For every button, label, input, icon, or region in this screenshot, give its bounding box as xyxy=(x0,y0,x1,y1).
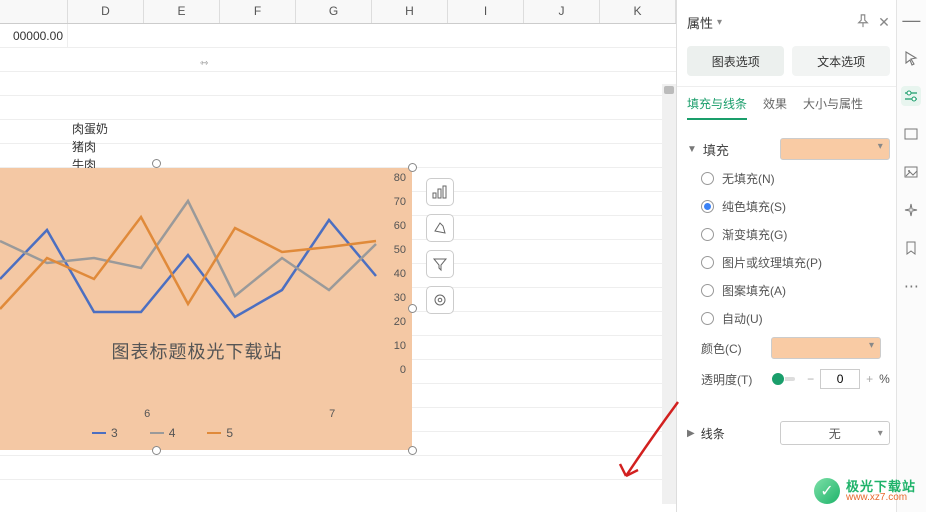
panel-title: 属性▾ xyxy=(687,13,722,32)
section-fill-title: 填充 xyxy=(703,140,729,159)
color-picker[interactable] xyxy=(771,337,881,359)
col-header[interactable]: F xyxy=(220,0,296,23)
fill-solid-option[interactable]: 纯色填充(S) xyxy=(701,198,890,215)
fill-none-option[interactable]: 无填充(N) xyxy=(701,170,890,187)
rectangle-icon[interactable] xyxy=(901,124,921,144)
watermark: ✓ 极光下载站 www.xz7.com xyxy=(814,478,916,504)
fill-options: 无填充(N) 纯色填充(S) 渐变填充(G) 图片或纹理填充(P) 图案填充(A… xyxy=(701,170,890,327)
chart-title[interactable]: 图表标题极光下载站 xyxy=(0,338,394,364)
chart-filter-button[interactable] xyxy=(426,250,454,278)
select-icon[interactable] xyxy=(901,48,921,68)
col-header-first[interactable] xyxy=(0,0,68,23)
worksheet-area[interactable]: ⇿ D E F G H I J K 00000.00 xyxy=(0,0,676,512)
close-icon[interactable]: ✕ xyxy=(878,14,890,31)
chart-plot-area[interactable]: 80 70 60 50 40 30 20 10 0 图表标题极光下载站 xyxy=(0,168,412,450)
settings-sliders-icon[interactable] xyxy=(901,86,921,106)
subtab-size-prop[interactable]: 大小与属性 xyxy=(803,95,863,120)
col-header[interactable]: K xyxy=(600,0,676,23)
tab-chart-options[interactable]: 图表选项 xyxy=(687,46,784,76)
chart-floating-tools xyxy=(426,178,454,314)
collapse-arrow-icon[interactable]: ▶ xyxy=(687,428,695,439)
right-tool-rail: — ⋯ xyxy=(896,0,926,512)
cell[interactable]: 00000.00 xyxy=(0,24,68,47)
fill-auto-option[interactable]: 自动(U) xyxy=(701,310,890,327)
transparency-slider[interactable] xyxy=(771,377,795,381)
fill-picture-option[interactable]: 图片或纹理填充(P) xyxy=(701,254,890,271)
selection-handle[interactable] xyxy=(408,446,417,455)
chart-elements-button[interactable] xyxy=(426,178,454,206)
minimize-icon[interactable]: — xyxy=(901,10,921,30)
transparency-input[interactable] xyxy=(820,369,860,389)
chart-object[interactable]: 80 70 60 50 40 30 20 10 0 图表标题极光下载站 xyxy=(0,168,412,450)
line-style-select[interactable]: 无 xyxy=(780,421,890,445)
col-header[interactable]: J xyxy=(524,0,600,23)
x-axis-labels: 6 7 xyxy=(0,408,380,420)
properties-panel: 属性▾ ✕ 图表选项 文本选项 填充与线条 效果 大小与属性 ▼ 填充 xyxy=(676,0,896,512)
column-headers: D E F G H I J K xyxy=(0,0,676,24)
col-header[interactable]: I xyxy=(448,0,524,23)
percent-unit: % xyxy=(879,372,890,386)
pin-icon[interactable] xyxy=(856,14,870,31)
selection-handle[interactable] xyxy=(408,163,417,172)
col-header[interactable]: G xyxy=(296,0,372,23)
image-icon[interactable] xyxy=(901,162,921,182)
sparkle-icon[interactable] xyxy=(901,200,921,220)
chart-styles-button[interactable] xyxy=(426,214,454,242)
selection-handle[interactable] xyxy=(152,446,161,455)
selection-handle[interactable] xyxy=(408,304,417,313)
collapse-arrow-icon[interactable]: ▼ xyxy=(687,144,697,155)
fill-gradient-option[interactable]: 渐变填充(G) xyxy=(701,226,890,243)
tab-text-options[interactable]: 文本选项 xyxy=(792,46,889,76)
subtab-fill-line[interactable]: 填充与线条 xyxy=(687,95,747,120)
col-header[interactable]: E xyxy=(144,0,220,23)
chart-legend[interactable]: 3 4 5 xyxy=(92,426,233,440)
bookmark-icon[interactable] xyxy=(901,238,921,258)
subtab-effect[interactable]: 效果 xyxy=(763,95,787,120)
fill-color-swatch[interactable] xyxy=(780,138,890,160)
col-header[interactable]: D xyxy=(68,0,144,23)
vertical-scrollbar[interactable] xyxy=(662,84,676,504)
col-header[interactable]: H xyxy=(372,0,448,23)
chart-settings-button[interactable] xyxy=(426,286,454,314)
fill-pattern-option[interactable]: 图案填充(A) xyxy=(701,282,890,299)
color-label: 颜色(C) xyxy=(701,340,771,357)
watermark-logo-icon: ✓ xyxy=(814,478,840,504)
section-line-title: 线条 xyxy=(701,425,725,442)
cell[interactable]: 猪肉 xyxy=(72,138,96,155)
transparency-label: 透明度(T) xyxy=(701,371,771,388)
cell[interactable]: 肉蛋奶 xyxy=(72,120,108,137)
selection-handle[interactable] xyxy=(152,159,161,168)
more-icon[interactable]: ⋯ xyxy=(901,276,921,296)
